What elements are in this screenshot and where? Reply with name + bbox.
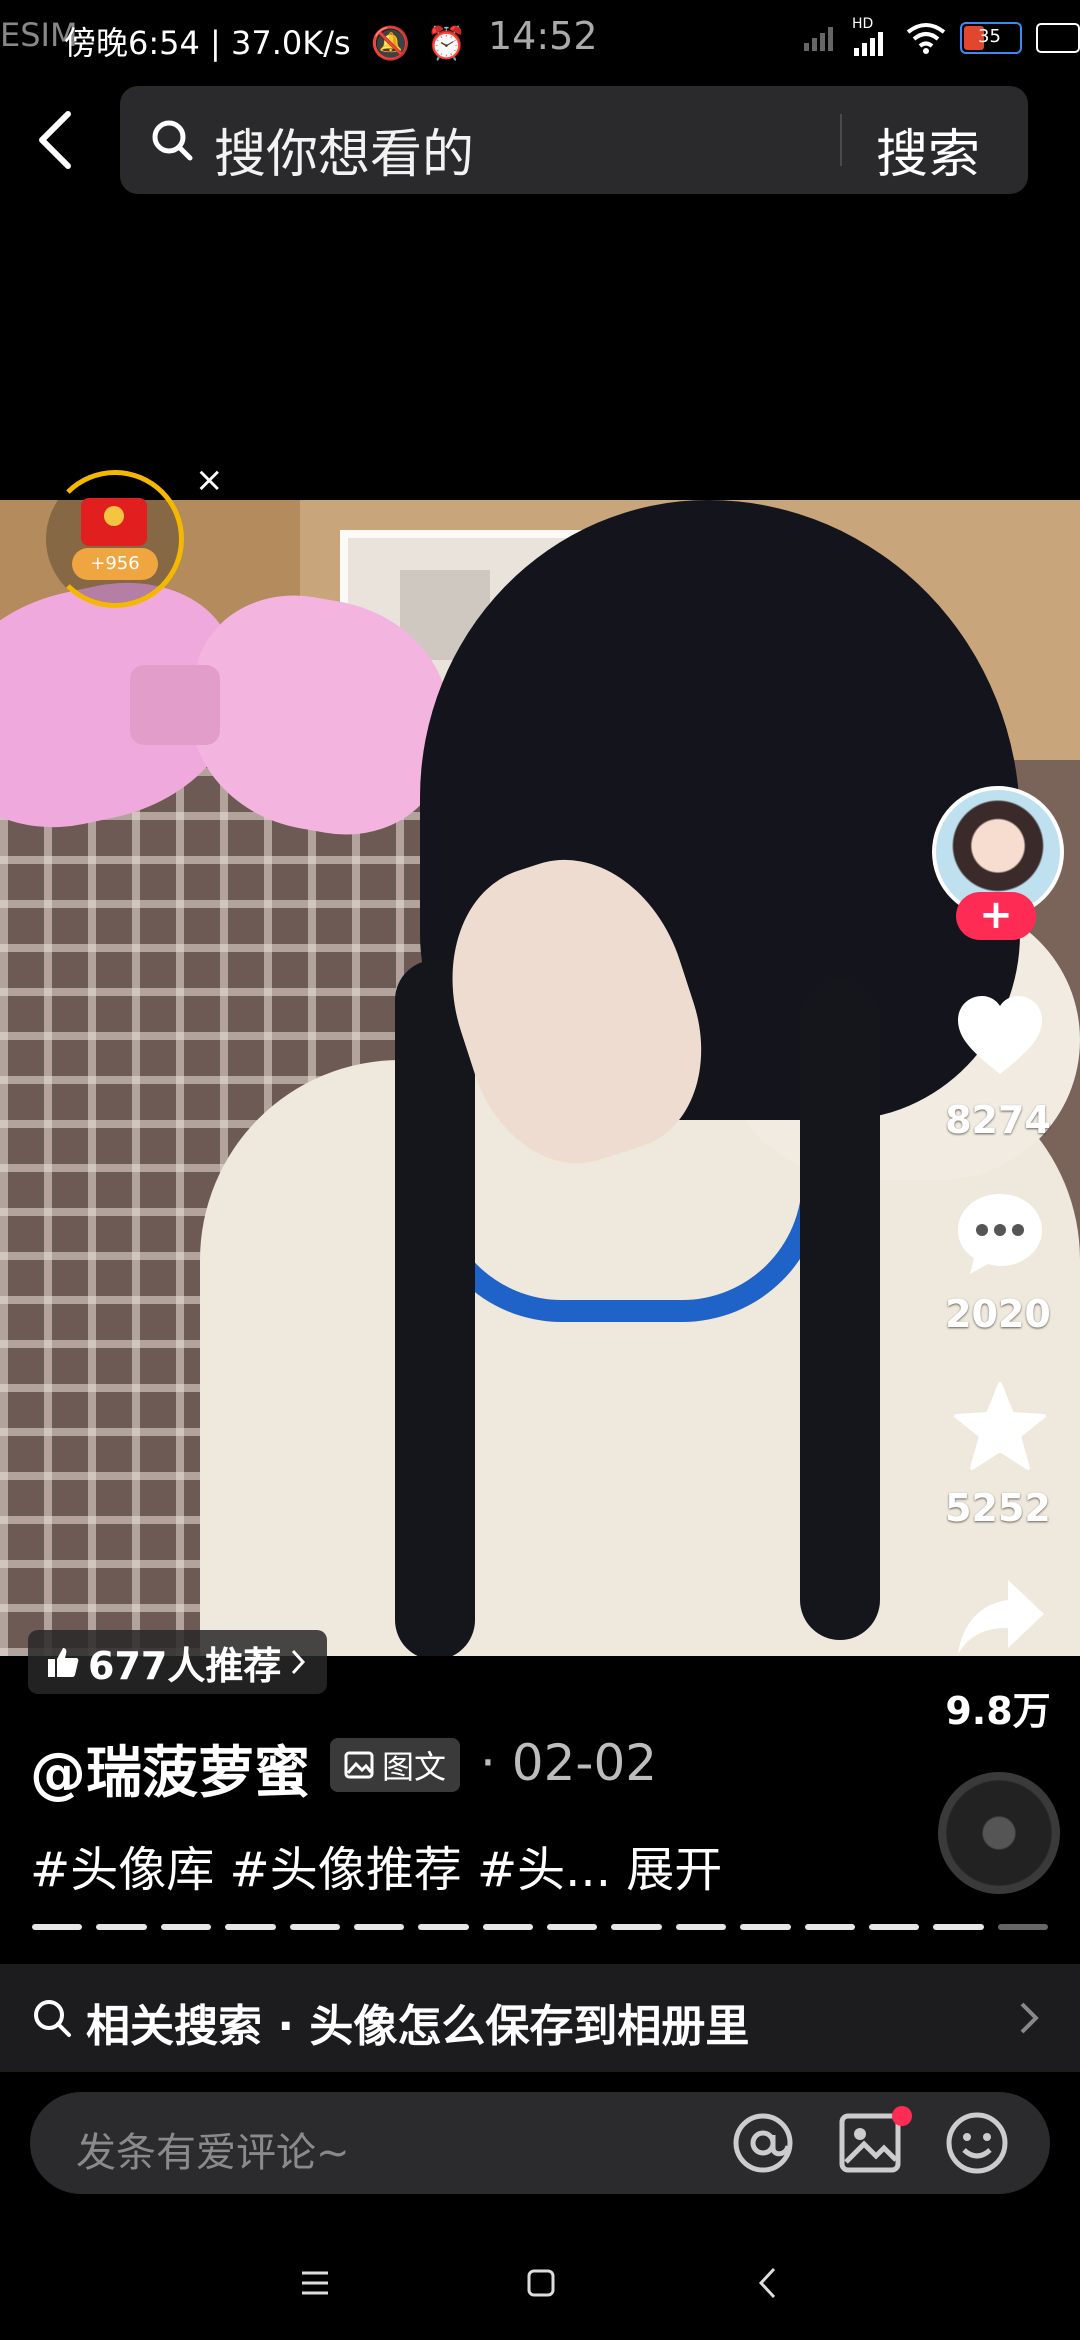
comment-bubble-icon[interactable] — [952, 1186, 1048, 1282]
share-arrow-icon[interactable] — [952, 1570, 1048, 1666]
comment-input-bar[interactable]: 发条有爱评论~ — [30, 2092, 1050, 2194]
search-bar[interactable]: 搜你想看的 搜索 — [120, 86, 1028, 194]
status-icons: HD 35 — [802, 16, 1080, 60]
menu-icon[interactable] — [300, 2268, 330, 2298]
progress-segment — [418, 1924, 469, 1930]
progress-segment — [547, 1924, 598, 1930]
status-bar: ESIM 傍晚6:54 | 37.0K/s 🔕 ⏰ 14:52 HD 35 — [0, 0, 1080, 80]
pink-bow-knot — [130, 665, 220, 745]
search-icon — [152, 120, 193, 161]
home-icon[interactable] — [526, 2268, 556, 2298]
progress-segment — [997, 1924, 1048, 1930]
related-search-bar[interactable]: 相关搜索 · 头像怎么保存到相册里 — [0, 1964, 1080, 2072]
search-button[interactable]: 搜索 — [876, 112, 980, 187]
progress-segment — [740, 1924, 791, 1930]
search-input[interactable]: 搜你想看的 — [214, 112, 474, 187]
back-arrow-icon[interactable] — [30, 108, 84, 172]
red-packet-widget[interactable]: +956 — [46, 470, 186, 610]
image-picker-icon[interactable] — [838, 2112, 902, 2174]
signal-weak-icon — [804, 27, 833, 51]
comment-input[interactable]: 发条有爱评论~ — [76, 2120, 350, 2178]
mention-at-icon[interactable] — [730, 2110, 796, 2176]
progress-segment — [289, 1924, 340, 1930]
image-progress-bar — [32, 1924, 1048, 1930]
status-left-text: ESIM 傍晚6:54 | 37.0K/s 🔕 ⏰ — [0, 16, 467, 64]
time-speed-text: 傍晚6:54 | 37.0K/s — [64, 24, 351, 62]
alarm-icon: ⏰ — [426, 24, 467, 62]
system-nav-bar — [0, 2220, 1080, 2340]
progress-segment — [482, 1924, 533, 1930]
image-icon — [344, 1751, 374, 1779]
progress-segment — [32, 1924, 83, 1930]
signal-hd-icon: HD — [852, 16, 892, 56]
like-heart-icon[interactable] — [952, 990, 1048, 1086]
progress-segment — [933, 1924, 984, 1930]
nav-back-icon[interactable] — [756, 2266, 780, 2300]
progress-segment — [160, 1924, 212, 1930]
like-count: 8274 — [945, 1098, 1051, 1142]
chevron-right-icon — [1020, 2002, 1039, 2034]
post-hashtags[interactable]: #头像库 #头像推荐 #头... 展开 — [30, 1830, 722, 1900]
emoji-icon[interactable] — [944, 2110, 1010, 2176]
post-image[interactable] — [0, 500, 1080, 1656]
image-post-label: 图文 — [382, 1748, 447, 1786]
image-post-tag: 图文 — [330, 1738, 461, 1792]
status-clock: 14:52 — [488, 14, 598, 58]
favorite-star-icon[interactable] — [952, 1378, 1048, 1474]
battery-level: 35 — [978, 26, 1001, 47]
related-search-icon — [34, 2000, 71, 2037]
follow-button[interactable]: + — [956, 892, 1036, 940]
braid-left — [395, 960, 475, 1656]
search-divider — [840, 114, 842, 166]
recommend-text: 677人推荐 — [88, 1643, 282, 1688]
comment-count: 2020 — [945, 1292, 1051, 1336]
red-packet-close-icon[interactable]: × — [195, 460, 224, 500]
author-name[interactable]: @瑞菠萝蜜 — [30, 1728, 310, 1809]
recommend-badge[interactable]: 677人推荐 — [28, 1630, 328, 1694]
music-disc-icon[interactable] — [938, 1772, 1060, 1894]
charging-icon — [1036, 23, 1080, 53]
progress-segment — [225, 1924, 276, 1930]
progress-segment — [675, 1924, 727, 1930]
progress-segment — [96, 1924, 147, 1930]
progress-segment — [353, 1924, 405, 1930]
share-count: 9.8万 — [945, 1689, 1051, 1733]
braid-right — [800, 980, 880, 1640]
post-date: · 02-02 — [480, 1734, 658, 1792]
battery-icon: 35 — [960, 22, 1022, 54]
chevron-right-icon — [292, 1649, 306, 1675]
mute-icon: 🔕 — [370, 24, 411, 62]
notification-dot — [892, 2106, 912, 2126]
progress-segment — [804, 1924, 855, 1930]
progress-segment — [611, 1924, 662, 1930]
favorite-count: 5252 — [945, 1486, 1051, 1530]
red-envelope-icon — [81, 498, 147, 546]
red-packet-amount: +956 — [72, 548, 158, 580]
progress-segment — [868, 1924, 920, 1930]
thumbs-up-icon — [48, 1648, 79, 1677]
wifi-icon — [906, 23, 946, 54]
related-search-text: 相关搜索 · 头像怎么保存到相册里 — [86, 2001, 750, 2052]
